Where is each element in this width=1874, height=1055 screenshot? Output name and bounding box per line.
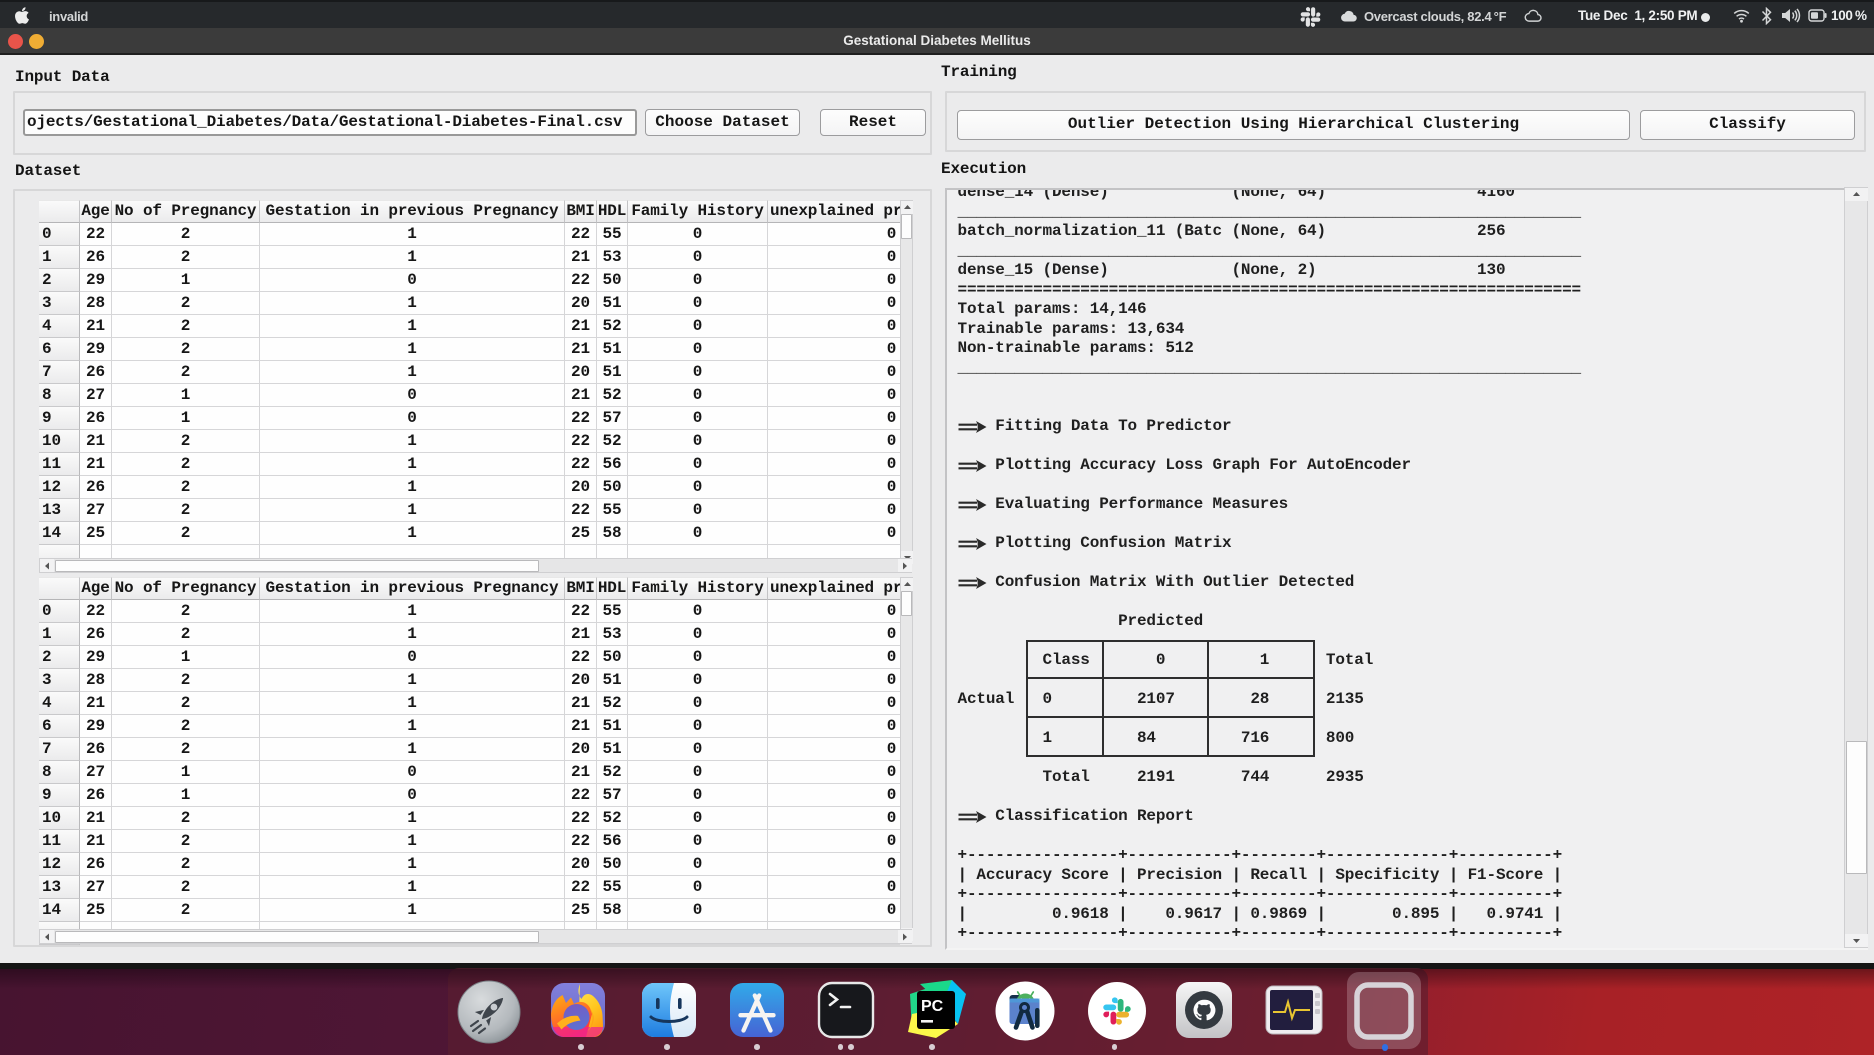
svg-text:PC: PC (921, 998, 944, 1015)
